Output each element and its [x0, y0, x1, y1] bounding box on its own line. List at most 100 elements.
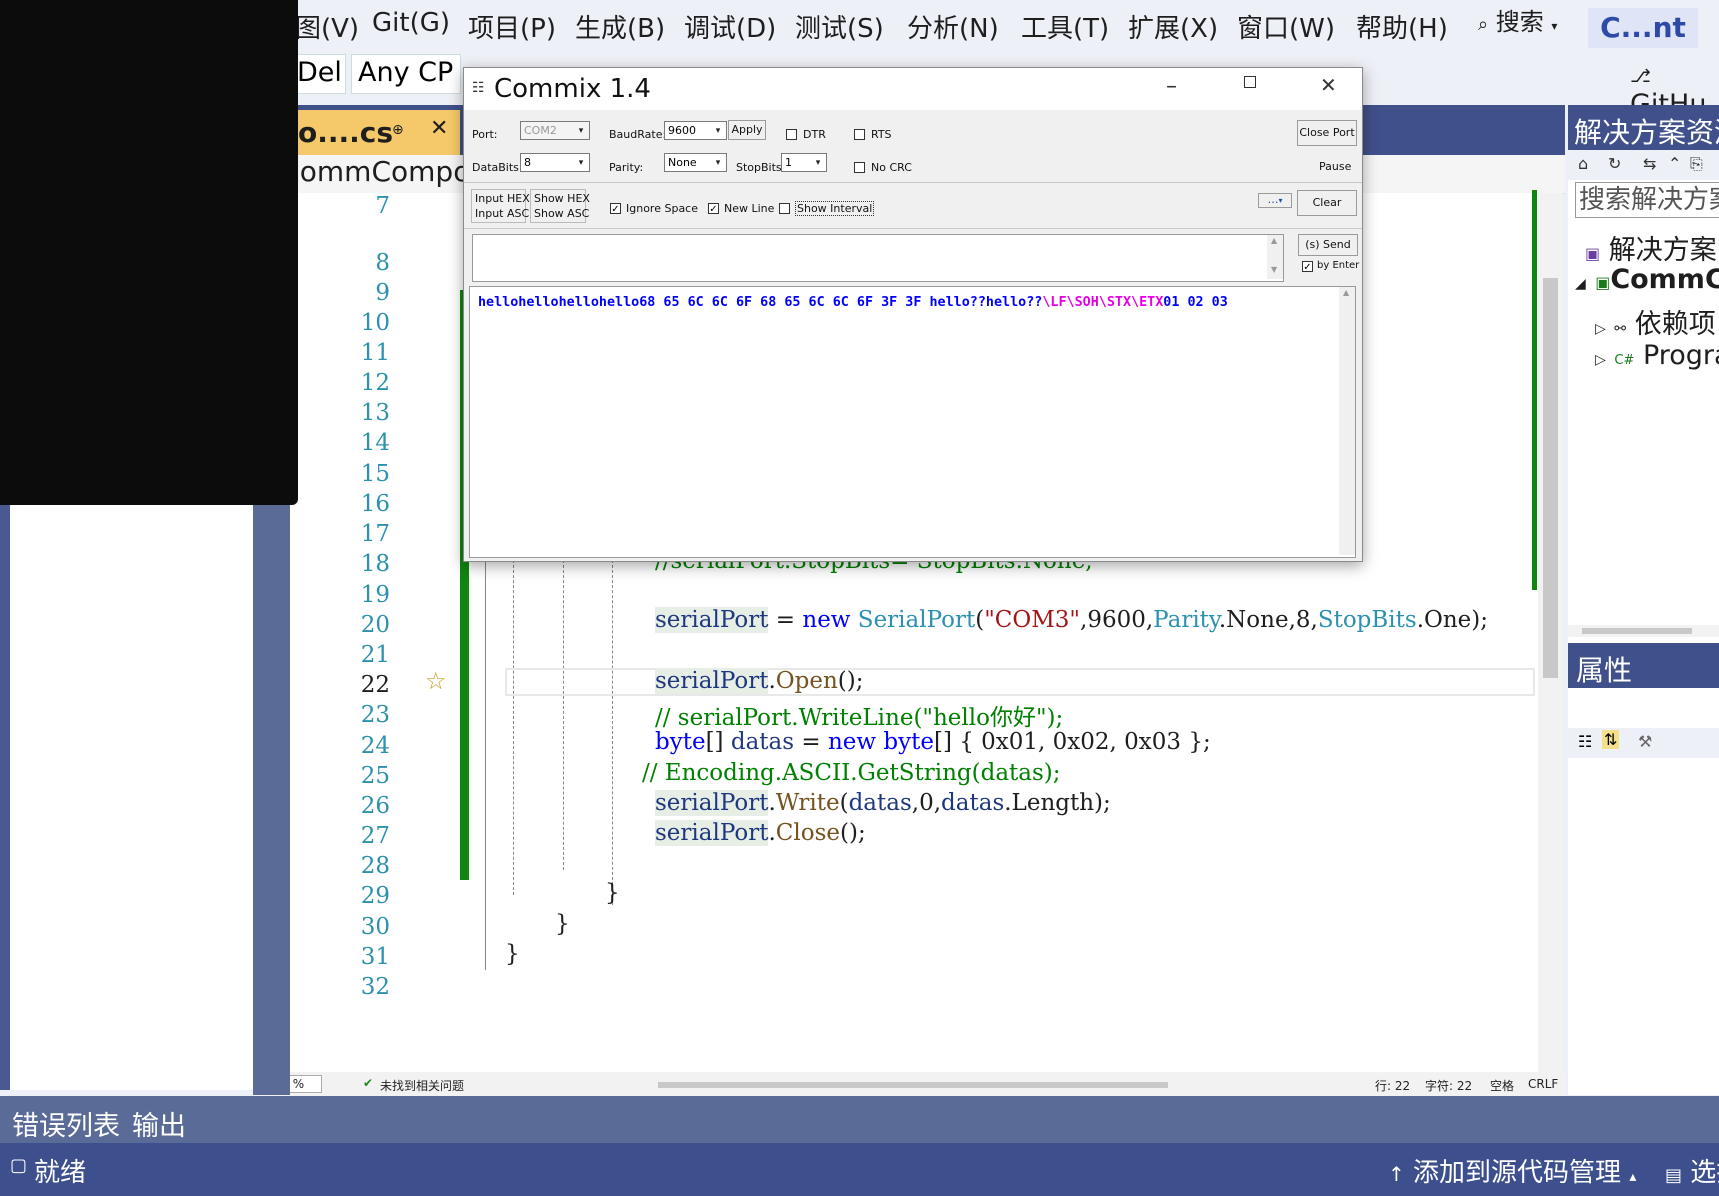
expand-down-icon[interactable]: ◢: [1575, 276, 1586, 292]
rts-checkbox[interactable]: [854, 129, 865, 140]
send-button[interactable]: (s) Send: [1298, 234, 1358, 256]
select-repo-label: 选择: [1690, 1158, 1719, 1188]
receive-output[interactable]: hellohellohellohello68 65 6C 6C 6F 68 65…: [469, 286, 1356, 558]
dropdown-arrow-icon: ▾: [578, 158, 584, 168]
tree-solution[interactable]: ▣ 解决方案: [1585, 228, 1717, 267]
whitespace-indicator[interactable]: 空格: [1490, 1077, 1514, 1094]
output-scrollbar[interactable]: ▲: [1339, 287, 1355, 555]
port-value: COM2: [524, 124, 557, 137]
solution-h-scrollbar[interactable]: [1568, 625, 1719, 637]
apply-button[interactable]: Apply: [728, 120, 766, 140]
input-asc-option[interactable]: Input ASC: [475, 207, 529, 220]
menu-view[interactable]: 图(V): [295, 8, 359, 45]
categorized-icon[interactable]: ☷: [1578, 732, 1592, 751]
by-enter-checkbox[interactable]: ✓: [1302, 261, 1313, 273]
solution-search-input[interactable]: 搜索解决方案: [1575, 182, 1719, 218]
send-input[interactable]: ▲ ▼: [472, 234, 1284, 282]
pages-icon[interactable]: ⎘: [1690, 154, 1703, 174]
lightbulb-icon[interactable]: ☆: [425, 667, 447, 695]
menu-project[interactable]: 项目(P): [468, 8, 556, 45]
token: "COM3": [984, 607, 1081, 633]
commix-title-bar[interactable]: ☷ Commix 1.4 – ✕: [464, 68, 1362, 110]
config-combo[interactable]: Del: [290, 54, 346, 94]
clear-button[interactable]: Clear: [1297, 190, 1357, 216]
line-number: 10: [360, 310, 390, 336]
tab-output[interactable]: 输出: [132, 1104, 186, 1145]
left-panel-splitter[interactable]: [253, 505, 290, 1095]
sync-icon[interactable]: ⇆: [1643, 154, 1656, 173]
close-icon[interactable]: ✕: [1320, 73, 1337, 97]
menu-tools[interactable]: 工具(T): [1021, 8, 1109, 45]
token: .Length);: [1004, 790, 1111, 816]
pin-icon[interactable]: ⊕: [392, 122, 404, 138]
show-asc-option[interactable]: Show ASC: [534, 207, 589, 220]
menu-help[interactable]: 帮助(H): [1356, 8, 1448, 45]
expand-right-icon[interactable]: ▷: [1595, 321, 1606, 337]
select-repo-button[interactable]: ▤ 选择: [1665, 1152, 1719, 1189]
scroll-up-icon[interactable]: ▲: [1343, 288, 1349, 297]
issues-status[interactable]: 未找到相关问题: [380, 1077, 464, 1094]
home-icon[interactable]: ⌂: [1578, 154, 1588, 173]
pause-button[interactable]: Pause: [1319, 160, 1351, 173]
parity-select[interactable]: None ▾: [664, 153, 727, 172]
history-icon[interactable]: ↻: [1608, 154, 1621, 173]
menu-build[interactable]: 生成(B): [575, 8, 665, 45]
scroll-up-icon[interactable]: ▲: [1271, 236, 1277, 245]
solution-explorer-toolbar: ⌂ ↻ ⇆ ⌃ ⎘: [1568, 150, 1719, 180]
menu-test[interactable]: 测试(S): [795, 8, 884, 45]
port-select[interactable]: COM2 ▾: [520, 121, 590, 140]
dtr-checkbox[interactable]: [786, 129, 797, 140]
tab-error-list[interactable]: 错误列表: [12, 1104, 120, 1145]
baudrate-select[interactable]: 9600 ▾: [664, 121, 727, 140]
alphabetical-icon[interactable]: ⇅: [1602, 730, 1620, 749]
menu-debug[interactable]: 调试(D): [684, 8, 776, 45]
csharp-project-icon: ▣: [1595, 273, 1611, 292]
token: .None,8,: [1218, 607, 1318, 633]
maximize-icon[interactable]: [1244, 76, 1256, 88]
scroll-thumb[interactable]: [1582, 628, 1692, 634]
menu-git[interactable]: Git(G): [372, 8, 450, 38]
editor-vertical-scrollbar[interactable]: [1538, 193, 1563, 1080]
ignore-space-checkbox[interactable]: ✓: [610, 203, 621, 215]
horizontal-scroll-thumb[interactable]: [658, 1082, 1168, 1088]
member-dropdown[interactable]: iommCompo: [292, 155, 470, 188]
solution-icon: ▣: [1585, 244, 1601, 263]
input-hex-option[interactable]: Input HEX: [475, 192, 530, 205]
scroll-down-icon[interactable]: ▼: [1271, 265, 1277, 274]
tree-dependencies[interactable]: ▷ ⚯ 依赖项: [1595, 302, 1716, 341]
token: StopBits: [1317, 607, 1417, 633]
left-panel-border: [0, 505, 10, 1090]
menu-window[interactable]: 窗口(W): [1237, 8, 1335, 45]
github-icon: ⎇: [1630, 66, 1651, 87]
tab-active-document[interactable]: o....cs ⊕ ✕: [290, 110, 460, 155]
dependencies-icon: ⚯: [1614, 321, 1627, 337]
new-line-label: New Line: [724, 202, 775, 215]
minimize-icon[interactable]: –: [1166, 74, 1177, 99]
line-ending-indicator[interactable]: CRLF: [1528, 1077, 1558, 1091]
menu-analyze[interactable]: 分析(N): [907, 8, 999, 45]
menu-extensions[interactable]: 扩展(X): [1128, 8, 1218, 45]
input-scrollbar[interactable]: ▲ ▼: [1267, 235, 1283, 279]
more-options-button[interactable]: …▾: [1258, 193, 1292, 208]
nocrc-checkbox[interactable]: [854, 162, 865, 173]
terminal-window[interactable]: [0, 0, 298, 505]
add-source-control-button[interactable]: ↑ 添加到源代码管理 ▴: [1388, 1152, 1636, 1189]
search-box[interactable]: ⌕ 搜索 ▾: [1478, 2, 1557, 37]
platform-combo[interactable]: Any CP: [351, 54, 461, 94]
project-badge[interactable]: C...nt: [1588, 8, 1698, 48]
show-interval-checkbox[interactable]: [779, 203, 790, 214]
collapse-icon[interactable]: ⌃: [1668, 154, 1681, 173]
new-line-checkbox[interactable]: ✓: [708, 203, 719, 215]
wrench-icon[interactable]: ⚒: [1638, 732, 1652, 751]
close-tab-icon[interactable]: ✕: [430, 116, 448, 141]
close-port-button[interactable]: Close Port: [1297, 120, 1357, 146]
show-hex-option[interactable]: Show HEX: [534, 192, 590, 205]
tree-program[interactable]: ▷ C# Progra: [1595, 340, 1719, 371]
line-number: 11: [360, 340, 390, 366]
stopbits-select[interactable]: 1 ▾: [781, 153, 827, 172]
scroll-thumb[interactable]: [1543, 278, 1558, 678]
expand-right-icon[interactable]: ▷: [1595, 352, 1606, 368]
tree-project[interactable]: ◢ ▣CommC: [1575, 264, 1719, 295]
token: [] { 0x01, 0x02, 0x03 };: [933, 729, 1211, 755]
databits-select[interactable]: 8 ▾: [520, 153, 590, 172]
